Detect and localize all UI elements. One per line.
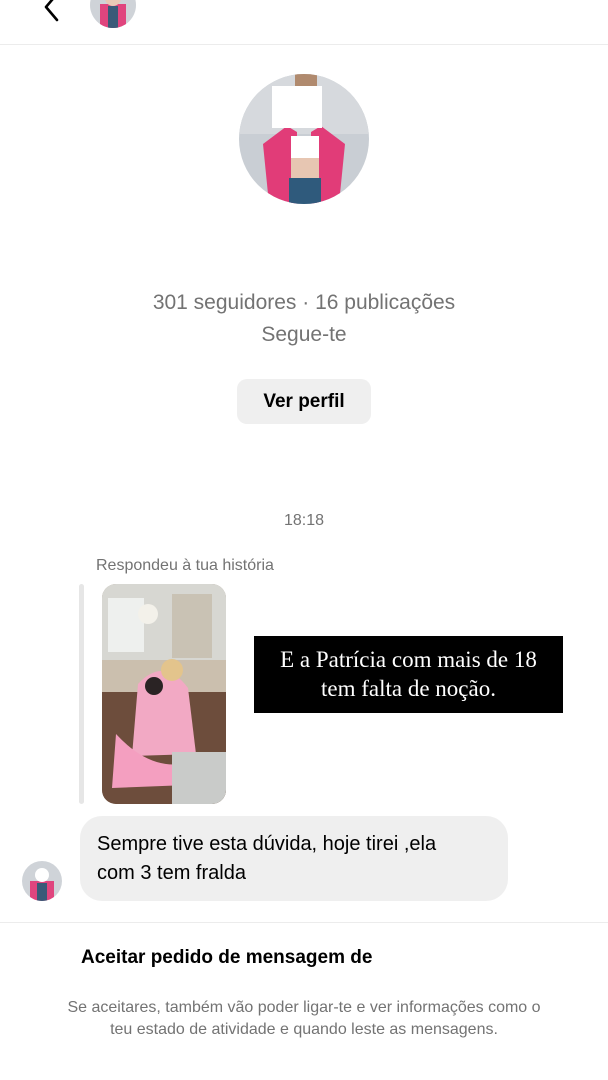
divider: [0, 922, 608, 923]
view-profile-button[interactable]: Ver perfil: [237, 379, 371, 424]
story-reply-label: Respondeu à tua história: [96, 557, 274, 574]
message-text-line: com 3 tem fralda: [97, 862, 246, 884]
follow-status: Segue-te: [261, 323, 347, 346]
accept-request-title: Aceitar pedido de mensagem de: [81, 947, 373, 968]
accept-request-info: Se aceitares, também vão poder ligar-te …: [20, 997, 588, 1041]
story-thumbnail[interactable]: [102, 584, 226, 804]
back-button[interactable]: [36, 0, 66, 24]
story-caption: E a Patrícia com mais de 18 tem falta de…: [254, 636, 563, 713]
reply-indicator-bar: [79, 584, 84, 804]
sender-avatar[interactable]: [22, 861, 62, 901]
header-avatar[interactable]: [90, 0, 136, 28]
message-text-line: Sempre tive esta dúvida, hoje tirei ,ela: [97, 833, 437, 855]
story-caption-line: tem falta de noção.: [321, 676, 496, 701]
accept-info-line: Se aceitares, também vão poder ligar-te …: [67, 999, 541, 1016]
chevron-left-icon: [44, 0, 59, 22]
profile-stats: 301 seguidores · 16 publicações: [152, 291, 456, 314]
message-timestamp: 18:18: [283, 512, 325, 529]
chat-header: [0, 0, 608, 45]
accept-info-line: teu estado de atividade e quando leste a…: [110, 1021, 498, 1038]
profile-avatar[interactable]: [239, 74, 369, 204]
message-bubble[interactable]: Sempre tive esta dúvida, hoje tirei ,ela…: [80, 816, 508, 901]
story-caption-line: E a Patrícia com mais de 18: [280, 647, 537, 672]
